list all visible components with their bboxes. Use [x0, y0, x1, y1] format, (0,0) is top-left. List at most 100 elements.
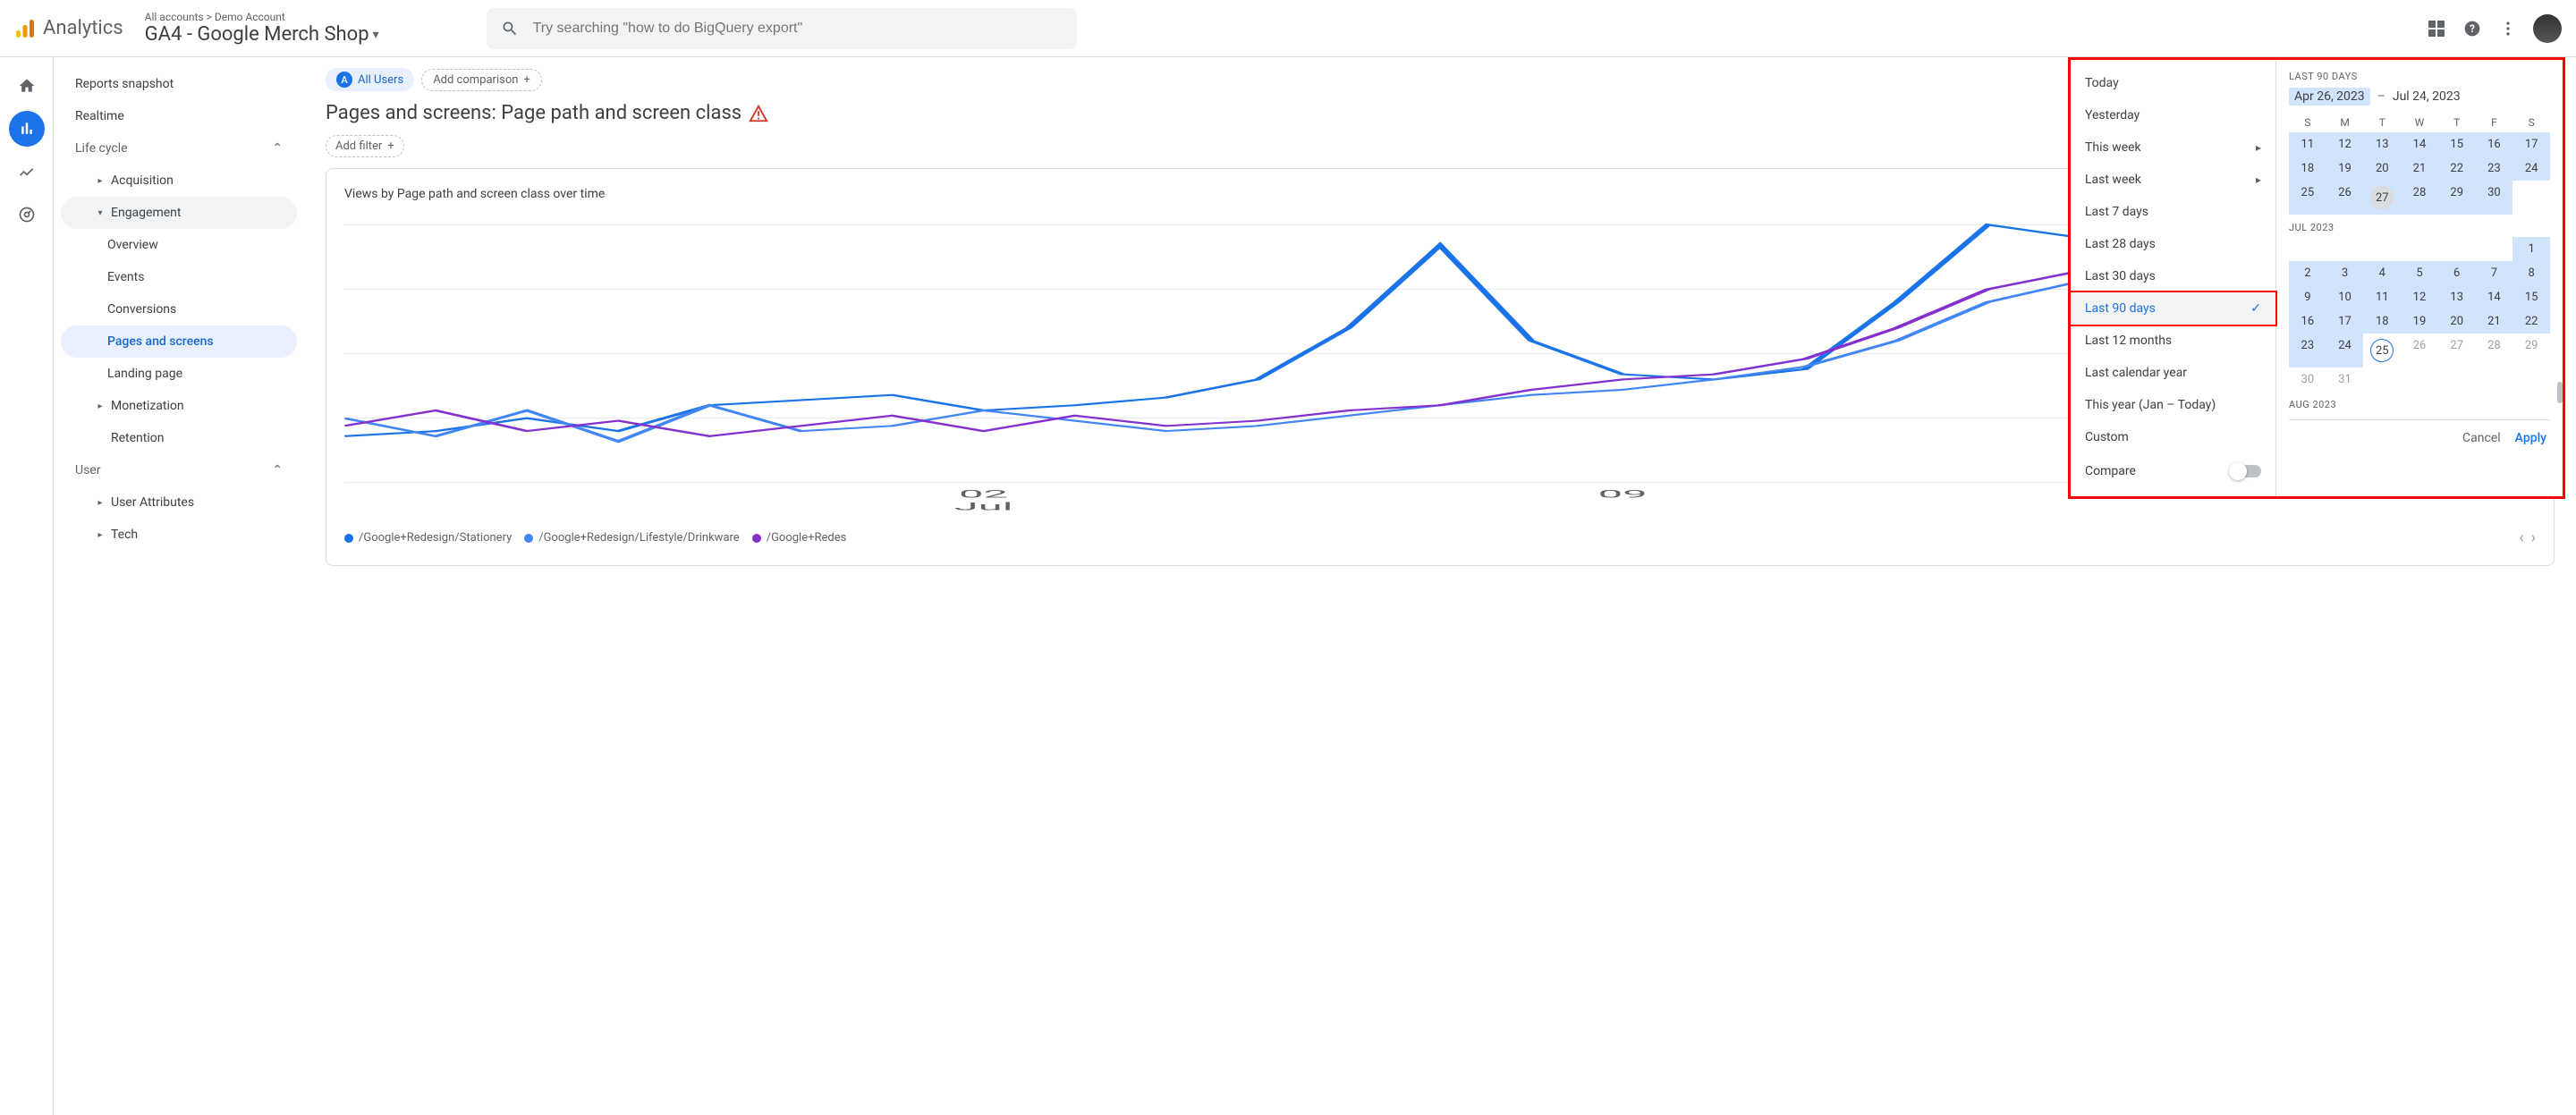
warning-icon[interactable] [749, 104, 768, 123]
cal-day[interactable]: 22 [2438, 156, 2476, 181]
sidebar-pages-screens[interactable]: Pages and screens [61, 325, 297, 358]
sidebar-events[interactable]: Events [61, 261, 297, 293]
rail-explore[interactable] [9, 154, 45, 190]
cal-day[interactable]: 5 [2401, 261, 2438, 285]
preset-today[interactable]: Today [2071, 67, 2275, 99]
cal-day[interactable]: 13 [2363, 132, 2401, 156]
cal-day[interactable]: 14 [2476, 285, 2513, 309]
preset-last-week[interactable]: Last week▸ [2071, 164, 2275, 196]
cal-day[interactable]: 10 [2326, 285, 2364, 309]
cal-day[interactable]: 27 [2363, 181, 2401, 215]
logo[interactable]: Analytics [14, 17, 123, 39]
cal-day-today[interactable]: 25 [2363, 334, 2401, 367]
cal-day[interactable]: 16 [2476, 132, 2513, 156]
sidebar-user-attrs[interactable]: ▸User Attributes [61, 486, 297, 519]
sidebar-tech[interactable]: ▸Tech [61, 519, 297, 551]
chip-add-comparison[interactable]: Add comparison+ [421, 69, 542, 91]
cal-day[interactable]: 18 [2289, 156, 2326, 181]
compare-toggle[interactable] [2229, 465, 2261, 477]
preset-last-28[interactable]: Last 28 days [2071, 228, 2275, 260]
cal-day[interactable]: 18 [2363, 309, 2401, 334]
sidebar-user[interactable]: User⌃ [61, 454, 297, 486]
preset-this-week[interactable]: This week▸ [2071, 131, 2275, 164]
cal-day[interactable]: 11 [2289, 132, 2326, 156]
rail-advertising[interactable] [9, 197, 45, 232]
sidebar-landing[interactable]: Landing page [61, 358, 297, 390]
apps-icon[interactable] [2426, 18, 2447, 39]
cal-day[interactable]: 8 [2512, 261, 2550, 285]
cal-day[interactable]: 7 [2476, 261, 2513, 285]
sidebar-realtime[interactable]: Realtime [61, 100, 297, 132]
preset-this-year[interactable]: This year (Jan – Today) [2071, 389, 2275, 421]
sidebar-acquisition[interactable]: ▸Acquisition [61, 165, 297, 197]
search-input[interactable] [533, 21, 1063, 37]
cal-day[interactable]: 29 [2512, 334, 2550, 367]
cal-day[interactable]: 21 [2476, 309, 2513, 334]
cal-day[interactable]: 30 [2476, 181, 2513, 215]
cal-day[interactable]: 2 [2289, 261, 2326, 285]
cal-day[interactable]: 24 [2326, 334, 2364, 367]
cal-day[interactable]: 6 [2438, 261, 2476, 285]
preset-yesterday[interactable]: Yesterday [2071, 99, 2275, 131]
cal-day[interactable]: 1 [2512, 237, 2550, 261]
cal-day[interactable]: 12 [2326, 132, 2364, 156]
cal-day[interactable]: 23 [2476, 156, 2513, 181]
preset-last-30[interactable]: Last 30 days [2071, 260, 2275, 292]
cal-day[interactable]: 24 [2512, 156, 2550, 181]
sidebar-overview[interactable]: Overview [61, 229, 297, 261]
cal-day[interactable]: 17 [2326, 309, 2364, 334]
cal-day[interactable]: 3 [2326, 261, 2364, 285]
cal-day[interactable]: 11 [2363, 285, 2401, 309]
apply-button[interactable]: Apply [2515, 431, 2546, 445]
more-icon[interactable] [2497, 18, 2519, 39]
preset-last-cal-year[interactable]: Last calendar year [2071, 357, 2275, 389]
rail-home[interactable] [9, 68, 45, 104]
calendar-body[interactable]: 11121314151617 18192021222324 2526272829… [2289, 132, 2550, 414]
legend-prev[interactable]: ‹ [2519, 528, 2523, 547]
cal-day[interactable]: 17 [2512, 132, 2550, 156]
cal-day[interactable]: 20 [2438, 309, 2476, 334]
cal-day[interactable]: 29 [2438, 181, 2476, 215]
help-icon[interactable]: ? [2462, 18, 2483, 39]
add-filter-button[interactable]: Add filter+ [326, 135, 404, 157]
cal-day[interactable]: 15 [2512, 285, 2550, 309]
sidebar-reports-snapshot[interactable]: Reports snapshot [61, 68, 297, 100]
cal-day[interactable]: 9 [2289, 285, 2326, 309]
cal-day[interactable]: 14 [2401, 132, 2438, 156]
cal-day[interactable]: 19 [2401, 309, 2438, 334]
sidebar-conversions[interactable]: Conversions [61, 293, 297, 325]
cal-day[interactable]: 13 [2438, 285, 2476, 309]
cal-day[interactable]: 12 [2401, 285, 2438, 309]
preset-last-12m[interactable]: Last 12 months [2071, 325, 2275, 357]
cal-day[interactable]: 22 [2512, 309, 2550, 334]
cal-day[interactable]: 23 [2289, 334, 2326, 367]
legend-next[interactable]: › [2531, 528, 2536, 547]
cal-day[interactable]: 28 [2401, 181, 2438, 215]
legend-item[interactable]: /Google+Redesign/Stationery [344, 531, 512, 545]
cal-day[interactable]: 19 [2326, 156, 2364, 181]
cal-day[interactable]: 16 [2289, 309, 2326, 334]
legend-item[interactable]: /Google+Redes [752, 531, 847, 545]
sidebar-monetization[interactable]: ▸Monetization [61, 390, 297, 422]
cal-day[interactable]: 20 [2363, 156, 2401, 181]
cal-day[interactable]: 26 [2401, 334, 2438, 367]
cal-day[interactable]: 31 [2326, 367, 2364, 392]
cal-day[interactable]: 27 [2438, 334, 2476, 367]
cal-day[interactable]: 28 [2476, 334, 2513, 367]
cal-day[interactable]: 30 [2289, 367, 2326, 392]
cal-day[interactable]: 21 [2401, 156, 2438, 181]
sidebar-lifecycle[interactable]: Life cycle⌃ [61, 132, 297, 165]
scrollbar-thumb[interactable] [2557, 382, 2563, 403]
range-end[interactable]: Jul 24, 2023 [2393, 89, 2461, 104]
cal-day[interactable]: 15 [2438, 132, 2476, 156]
rail-reports[interactable] [9, 111, 45, 147]
cancel-button[interactable]: Cancel [2462, 431, 2501, 445]
cal-day[interactable]: 4 [2363, 261, 2401, 285]
cal-day[interactable]: 26 [2326, 181, 2364, 215]
preset-custom[interactable]: Custom [2071, 421, 2275, 453]
preset-last-7[interactable]: Last 7 days [2071, 196, 2275, 228]
legend-item[interactable]: /Google+Redesign/Lifestyle/Drinkware [524, 531, 739, 545]
range-start[interactable]: Apr 26, 2023 [2289, 88, 2370, 106]
preset-last-90[interactable]: Last 90 days✓ [2069, 291, 2277, 326]
sidebar-retention[interactable]: ▸Retention [61, 422, 297, 454]
